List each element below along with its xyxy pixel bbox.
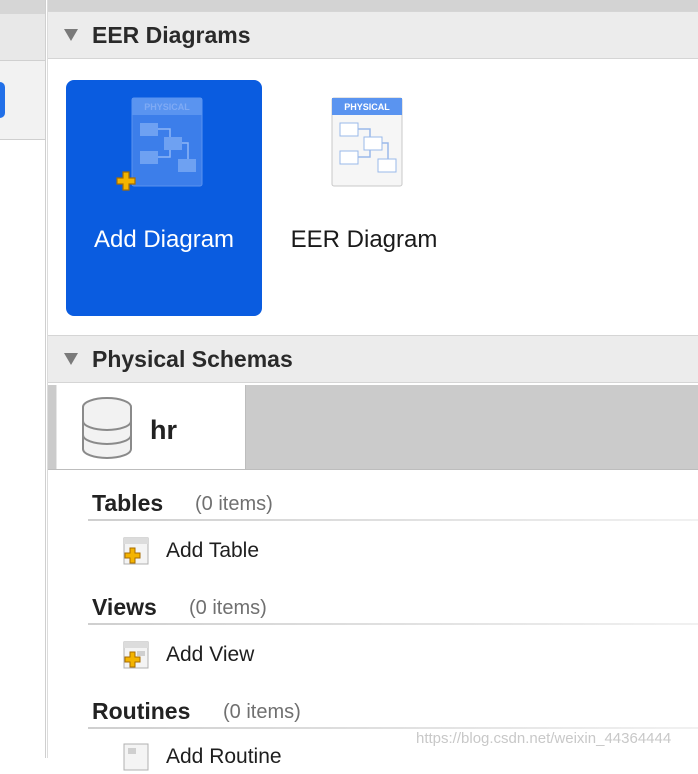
- eer-diagram-icon: PHYSICAL: [331, 97, 403, 187]
- add-routine-item[interactable]: Add Routine: [120, 740, 282, 774]
- physical-badge: PHYSICAL: [344, 102, 390, 112]
- add-table-icon: [123, 537, 149, 565]
- add-diagram-label: Add Diagram: [93, 226, 235, 253]
- add-table-label: Add Table: [166, 539, 260, 562]
- add-table-item[interactable]: Add Table: [120, 534, 259, 568]
- add-routine-icon: [123, 743, 149, 771]
- add-plus-icon: [116, 171, 136, 191]
- add-view-item[interactable]: Add View: [120, 638, 254, 672]
- add-view-icon: [123, 641, 149, 669]
- add-routine-label: Add Routine: [166, 745, 282, 768]
- section-title: Physical Schemas: [92, 345, 293, 372]
- tab-schema-hr[interactable]: hr: [56, 385, 246, 470]
- disclosure-triangle-icon[interactable]: [64, 29, 78, 41]
- group-divider: [88, 519, 698, 521]
- physical-badge: PHYSICAL: [144, 102, 190, 112]
- physical-diagram-icon: PHYSICAL: [131, 97, 203, 187]
- views-group-title: Views: [92, 594, 157, 620]
- database-icon: [82, 397, 132, 459]
- section-title: EER Diagrams: [92, 21, 251, 48]
- routines-count: (0 items): [223, 701, 301, 723]
- left-panel: [0, 61, 46, 140]
- eer-diagrams-header[interactable]: EER Diagrams: [48, 11, 698, 59]
- left-header: [0, 14, 46, 61]
- left-toolbar-band: [0, 0, 46, 14]
- schema-name: hr: [150, 415, 177, 445]
- views-count: (0 items): [189, 597, 267, 619]
- watermark: https://blog.csdn.net/weixin_44364444: [416, 730, 672, 747]
- add-diagram-tile[interactable]: PHYSICAL Add Diagram: [66, 80, 262, 316]
- left-sidebar-strip: [0, 0, 46, 758]
- routines-group-title: Routines: [92, 698, 191, 724]
- eer-diagram-tile[interactable]: PHYSICAL EER Diagram: [266, 80, 462, 316]
- eer-diagram-label: EER Diagram: [290, 226, 438, 253]
- tables-count: (0 items): [195, 493, 273, 515]
- add-view-label: Add View: [166, 643, 255, 666]
- tables-group-title: Tables: [92, 490, 164, 516]
- left-selected-item[interactable]: [0, 82, 5, 118]
- splitter[interactable]: [45, 0, 46, 758]
- disclosure-triangle-icon[interactable]: [64, 353, 78, 365]
- group-divider: [88, 727, 698, 729]
- tab-divider: [48, 469, 698, 470]
- physical-schemas-header[interactable]: Physical Schemas: [48, 335, 698, 383]
- group-divider: [88, 623, 698, 625]
